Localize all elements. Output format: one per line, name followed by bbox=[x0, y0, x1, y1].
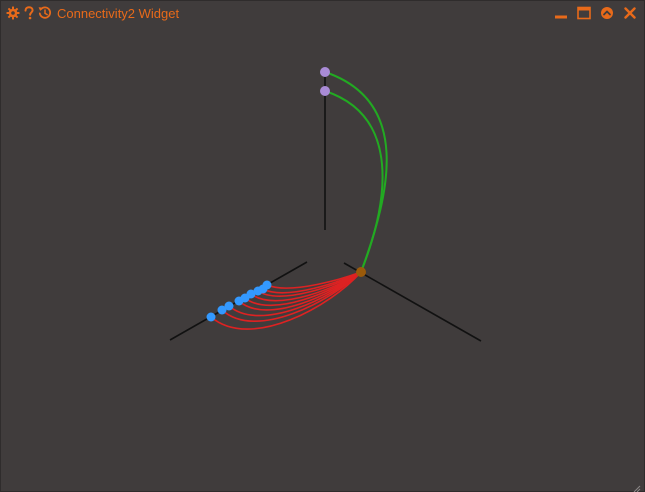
reset-icon[interactable] bbox=[37, 5, 53, 21]
upper-connections bbox=[324, 71, 388, 273]
resize-grip-icon[interactable] bbox=[633, 480, 641, 492]
title-bar: Connectivity2 Widget bbox=[1, 1, 644, 25]
gear-icon[interactable] bbox=[5, 5, 21, 21]
target-node[interactable] bbox=[262, 280, 272, 290]
title-bar-left-controls: Connectivity2 Widget bbox=[1, 5, 179, 21]
target-node[interactable] bbox=[320, 86, 330, 96]
close-icon[interactable] bbox=[621, 4, 638, 21]
collapse-icon[interactable] bbox=[598, 4, 615, 21]
3d-viewport[interactable] bbox=[1, 25, 644, 491]
connectivity-scene bbox=[169, 67, 482, 342]
connection-curve bbox=[324, 71, 388, 273]
title-bar-right-controls bbox=[546, 4, 638, 21]
target-node[interactable] bbox=[224, 301, 234, 311]
target-node[interactable] bbox=[320, 67, 330, 77]
source-node[interactable] bbox=[356, 267, 366, 277]
help-icon[interactable] bbox=[21, 5, 37, 21]
minimize-icon[interactable] bbox=[552, 4, 569, 21]
connection-curve bbox=[324, 90, 384, 273]
target-node[interactable] bbox=[206, 312, 216, 322]
lower-connections bbox=[210, 271, 362, 330]
maximize-icon[interactable] bbox=[575, 4, 592, 21]
connectivity-widget-window: Connectivity2 Widget bbox=[0, 0, 645, 492]
window-title: Connectivity2 Widget bbox=[57, 5, 180, 21]
